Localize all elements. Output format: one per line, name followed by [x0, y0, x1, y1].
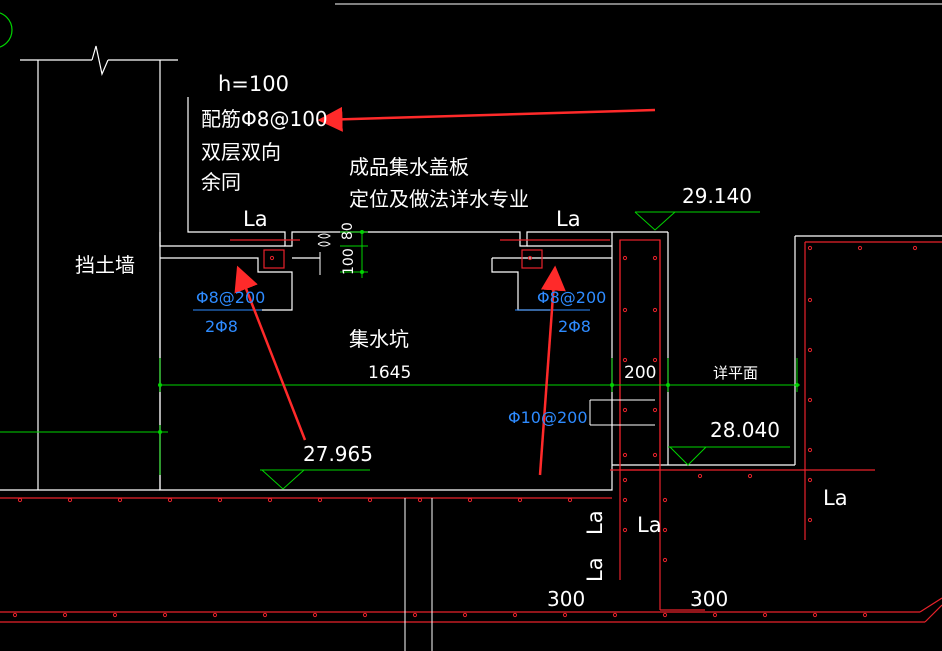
rebar-lines: [0, 239, 942, 623]
cover-slab: [0, 97, 942, 491]
rebar-right-spacing: Φ8@200: [537, 288, 606, 307]
cover-note-line1: 成品集水盖板: [349, 155, 469, 179]
anchor-length-right: La: [823, 486, 848, 510]
elevation-28040: 28.040: [710, 418, 780, 442]
dimension-100: 100: [341, 248, 357, 275]
anchor-length-top-left: La: [243, 207, 268, 231]
cad-drawing-canvas: 挡土墙 h=100 配筋Φ8@100 双层双向 余同 成品集水盖板 定位及做法详…: [0, 3, 942, 651]
wall-rebar-label: Φ10@200: [508, 408, 588, 427]
arrow-rebar-note: [317, 106, 656, 132]
dimension-300-right: 300: [690, 587, 728, 611]
see-plan-label: 详平面: [713, 364, 758, 382]
spring-symbol: [317, 233, 331, 275]
anchor-length-top-right: La: [556, 207, 581, 231]
elevation-29140: 29.140: [682, 184, 752, 208]
foundation-lines: [404, 399, 655, 651]
elevation-27965: 27.965: [303, 442, 373, 466]
dimension-300-left: 300: [547, 587, 585, 611]
rebar-note-line3: 余同: [201, 170, 241, 194]
sump-pit-label: 集水坑: [349, 327, 409, 351]
rebar-note-line2: 双层双向: [201, 140, 281, 164]
dimension-1645: 1645: [368, 363, 411, 383]
rebar-right-bars: 2Φ8: [558, 317, 591, 336]
anchor-length-bottom-3: La: [583, 557, 607, 582]
rebar-note-line1: 配筋Φ8@100: [201, 107, 328, 131]
grid-bubble: [0, 12, 13, 48]
anchor-length-bottom-2: La: [583, 510, 607, 535]
rebar-left-spacing: Φ8@200: [196, 288, 265, 307]
cover-note-line2: 定位及做法详水专业: [349, 187, 529, 211]
rebar-left-bars: 2Φ8: [205, 317, 238, 336]
dimension-ticks: [158, 230, 799, 434]
dimension-80: 80: [340, 222, 356, 240]
dimension-200: 200: [624, 363, 656, 383]
slab-thickness-label: h=100: [218, 72, 289, 96]
anchor-length-bottom-1: La: [637, 513, 662, 537]
retaining-wall-label: 挡土墙: [75, 253, 135, 277]
